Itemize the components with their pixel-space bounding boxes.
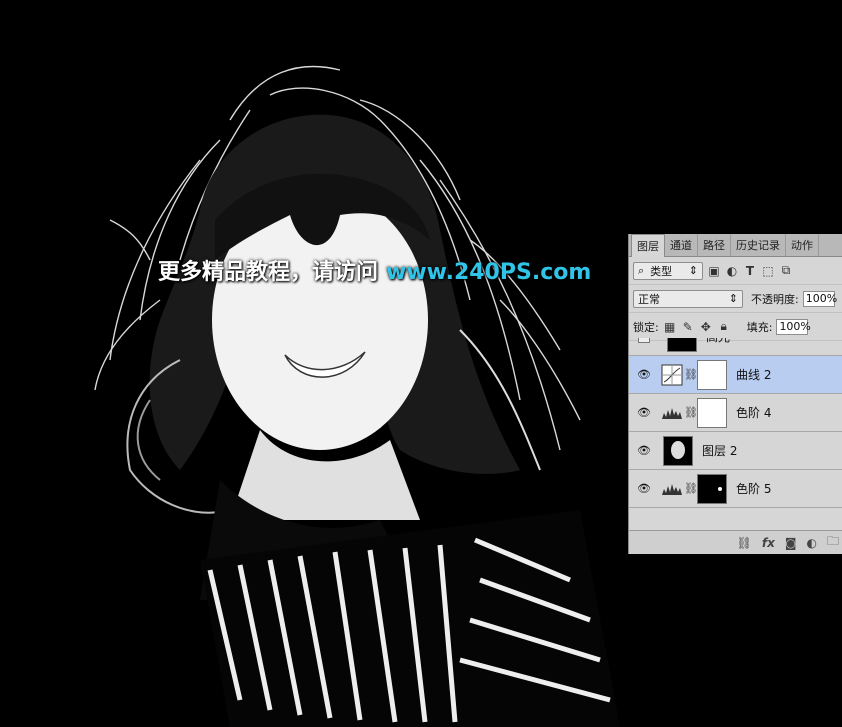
opacity-input[interactable]: 100%: [802, 290, 837, 307]
layer-row-curves[interactable]: 👁︎ ⛓︎ 曲线 2: [629, 356, 842, 394]
blend-mode-label: 正常: [638, 292, 660, 306]
watermark-url: www.240PS.com: [386, 260, 592, 285]
lock-label: 锁定:: [633, 320, 659, 334]
hidden-eye-box-icon: [638, 338, 650, 343]
face: [212, 173, 430, 450]
lock-image-icon[interactable]: ✎: [681, 320, 695, 334]
lock-transparent-icon[interactable]: ▦: [663, 320, 677, 334]
tab-paths[interactable]: 路径: [698, 234, 731, 256]
shape-filter-icon[interactable]: ⬚: [761, 264, 775, 278]
blend-mode-dropdown[interactable]: 正常 ⇕: [633, 289, 743, 308]
link-icon[interactable]: ⛓︎: [737, 536, 752, 550]
layer-thumbnail: [667, 338, 697, 352]
type-filter-icon[interactable]: T: [743, 264, 757, 278]
lock-row: 锁定: ▦ ✎ ✥ 🔒︎ 填充: 100%: [629, 313, 842, 341]
lock-position-icon[interactable]: ✥: [699, 320, 713, 334]
fx-icon[interactable]: fx: [762, 536, 775, 550]
layer-name: 色阶 5: [736, 482, 772, 496]
mask-thumbnail[interactable]: [697, 473, 727, 504]
layer-name: 色阶 4: [736, 406, 772, 420]
eye-icon[interactable]: 👁︎: [629, 406, 659, 419]
fill-input[interactable]: 100%: [776, 318, 811, 335]
eye-icon[interactable]: 👁︎: [629, 482, 659, 495]
mask-thumbnail[interactable]: [697, 397, 727, 428]
layer-name: 曲线 2: [736, 368, 772, 382]
mask-icon[interactable]: ◙: [785, 536, 797, 550]
levels-adjustment-icon: [659, 406, 685, 420]
watermark-text: 更多精品教程，请访问: [158, 260, 379, 285]
search-icon: ⌕: [638, 263, 645, 277]
watermark: 更多精品教程，请访问 www.240PS.com: [158, 254, 591, 286]
group-icon[interactable]: 🗀︎: [827, 532, 839, 553]
layer-thumbnail: [663, 435, 693, 466]
visibility-toggle[interactable]: [629, 338, 659, 343]
mask-thumbnail[interactable]: [697, 359, 727, 390]
levels-adjustment-icon: [659, 482, 685, 496]
smart-object-filter-icon[interactable]: ⧉: [779, 263, 793, 278]
layer-row-levels-4[interactable]: 👁︎ ⛓︎ 色阶 4: [629, 394, 842, 432]
fill-label: 填充:: [746, 320, 773, 334]
filter-row: ⌕ 类型 ⇕ ▣ ◐ T ⬚ ⧉: [629, 257, 842, 285]
chain-link-icon[interactable]: ⛓︎: [684, 482, 698, 495]
opacity-label: 不透明度:: [751, 292, 799, 306]
layer-name: 图层 2: [702, 444, 738, 458]
layer-name: 高光: [706, 338, 730, 345]
curves-adjustment-icon: [659, 364, 685, 386]
blend-row: 正常 ⇕ 不透明度: 100%: [629, 285, 842, 313]
chevron-updown-icon: ⇕: [728, 292, 738, 305]
layer-row-layer-2[interactable]: 👁︎ 图层 2: [629, 432, 842, 470]
chain-link-icon[interactable]: ⛓︎: [684, 368, 698, 381]
tab-history[interactable]: 历史记录: [731, 234, 786, 256]
layer-row-levels-5[interactable]: 👁︎ ⛓︎ 色阶 5: [629, 470, 842, 508]
image-filter-icon[interactable]: ▣: [707, 264, 721, 278]
layer-row-highlight[interactable]: 高光: [629, 338, 842, 356]
tab-channels[interactable]: 通道: [665, 234, 698, 256]
adjustment-filter-icon[interactable]: ◐: [725, 264, 739, 278]
chevron-updown-icon: ⇕: [688, 264, 698, 277]
layers-list[interactable]: 高光 👁︎ ⛓︎ 曲线 2 👁︎ ⛓︎ 色阶 4 👁︎ 图层 2: [629, 338, 842, 528]
chain-link-icon[interactable]: ⛓︎: [684, 406, 698, 419]
panel-tabs: 图层 通道 路径 历史记录 动作: [629, 234, 842, 257]
tab-actions[interactable]: 动作: [786, 234, 819, 256]
adjustment-layer-icon[interactable]: ◐: [807, 536, 817, 550]
filter-kind-dropdown[interactable]: ⌕ 类型 ⇕: [633, 261, 703, 280]
eye-icon[interactable]: 👁︎: [629, 368, 659, 381]
panel-footer: ⛓︎ fx ◙ ◐ 🗀︎: [629, 530, 842, 554]
layers-panel: 图层 通道 路径 历史记录 动作 ⌕ 类型 ⇕ ▣ ◐ T ⬚ ⧉ 正常 ⇕ 不…: [628, 234, 842, 554]
filter-kind-label: 类型: [650, 264, 673, 278]
tab-layers[interactable]: 图层: [631, 234, 665, 257]
eye-icon[interactable]: 👁︎: [629, 444, 659, 457]
lock-all-icon[interactable]: 🔒︎: [717, 319, 731, 334]
